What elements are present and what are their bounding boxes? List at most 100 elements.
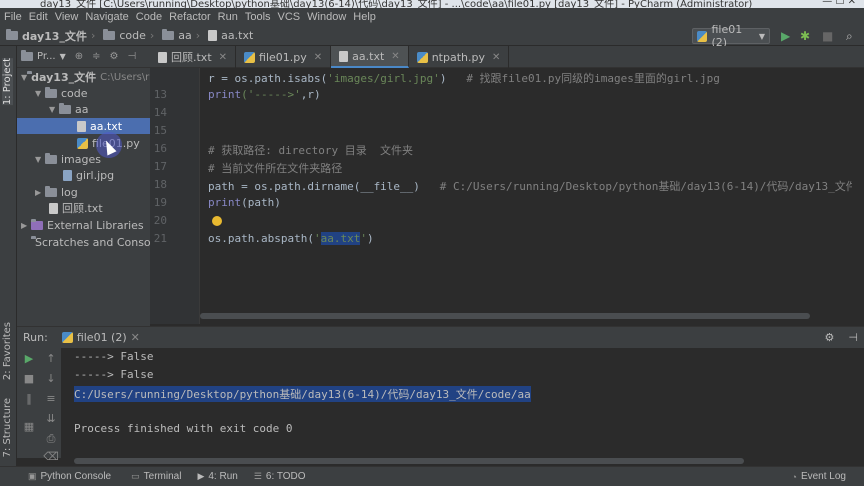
menu-view[interactable]: View: [55, 11, 79, 23]
python-file-icon: [244, 51, 256, 63]
folder-icon: [45, 185, 57, 197]
project-panel-header: Pr... ▼ ⊕ ≑ ⚙ ⊣: [17, 46, 150, 68]
arrow-down-icon[interactable]: ↓: [43, 372, 59, 385]
menu-run[interactable]: Run: [218, 11, 238, 23]
gear-icon[interactable]: ⚙: [110, 51, 119, 62]
editor-horizontal-scrollbar[interactable]: [200, 312, 852, 320]
tree-item-aa-txt[interactable]: aa.txt: [17, 118, 150, 134]
lightbulb-icon[interactable]: [212, 216, 222, 226]
console-line: -----> False: [74, 368, 154, 381]
event-log-icon: ◔: [791, 471, 797, 482]
console-line: -----> False: [74, 350, 154, 363]
run-tab[interactable]: file01 (2): [77, 331, 127, 344]
pause-icon[interactable]: ‖: [21, 392, 37, 405]
menu-tools[interactable]: Tools: [245, 11, 271, 23]
line-number-gutter: 13 14 15 16 17 18 19 20 21: [150, 68, 200, 324]
text-file-icon: [158, 51, 167, 63]
tab-project[interactable]: 1: Project: [2, 58, 13, 106]
tool-window-strip: 1: Project 2: Favorites 7: Structure: [0, 46, 17, 466]
locate-icon[interactable]: ⊕: [75, 51, 83, 62]
arrow-up-icon[interactable]: ↑: [43, 352, 59, 365]
menu-navigate[interactable]: Navigate: [85, 11, 128, 23]
text-file-icon: [77, 120, 86, 132]
menu-help[interactable]: Help: [353, 11, 376, 23]
close-icon[interactable]: ✕: [219, 52, 227, 63]
chevron-down-icon[interactable]: ▼: [49, 105, 59, 114]
chevron-down-icon[interactable]: ▼: [35, 155, 45, 164]
folder-icon: [162, 29, 175, 40]
tree-item-girl-jpg[interactable]: girl.jpg: [17, 167, 150, 183]
editor-vertical-scrollbar[interactable]: [852, 68, 864, 324]
tree-item-aa[interactable]: ▼ aa: [17, 101, 150, 117]
tree-item-review-txt[interactable]: 回顾.txt: [17, 200, 150, 216]
text-file-icon: [49, 202, 58, 214]
tab-aa-txt[interactable]: aa.txt ✕: [331, 46, 409, 68]
tab-favorites[interactable]: 2: Favorites: [2, 322, 13, 380]
tree-item-log[interactable]: ▶ log: [17, 184, 150, 200]
python-file-icon: [416, 51, 428, 63]
tree-item-code[interactable]: ▼ code: [17, 85, 150, 101]
rerun-icon[interactable]: ▶: [21, 352, 37, 365]
breadcrumb-file[interactable]: aa.txt: [208, 29, 253, 42]
python-console-button[interactable]: ▣ Python Console: [28, 471, 111, 482]
menu-edit[interactable]: Edit: [29, 11, 48, 23]
tree-item-project-root[interactable]: ▼day13_文件C:\Users\ru: [17, 69, 150, 85]
terminal-button[interactable]: ▭ Terminal: [131, 471, 181, 482]
tree-item-scratches[interactable]: Scratches and Consoles: [17, 234, 150, 250]
print-icon[interactable]: ⎙: [43, 432, 59, 446]
project-view-select[interactable]: Pr...: [37, 51, 56, 62]
tab-file01-py[interactable]: file01.py ✕: [236, 46, 332, 68]
run-console[interactable]: -----> False -----> False C:/Users/runni…: [61, 348, 864, 464]
tree-item-images[interactable]: ▼ images: [17, 151, 150, 167]
debug-icon[interactable]: ✱: [800, 29, 810, 43]
delete-icon[interactable]: ⌫: [43, 450, 59, 463]
hide-icon[interactable]: ⊣: [848, 331, 858, 344]
text-file-icon: [339, 50, 349, 62]
close-icon[interactable]: ✕: [492, 52, 500, 63]
console-line-selected: C:/Users/running/Desktop/python基础/day13(…: [74, 386, 531, 402]
scrollbar-thumb[interactable]: [200, 313, 810, 319]
code-line: os.path.abspath('aa.txt'): [208, 232, 374, 245]
search-icon[interactable]: ⌕: [846, 29, 853, 44]
breadcrumb-aa[interactable]: aa ›: [162, 29, 204, 42]
stop-icon[interactable]: ■: [822, 29, 833, 43]
tree-item-external-libraries[interactable]: ▶ External Libraries: [17, 217, 150, 233]
stop-icon[interactable]: ■: [21, 372, 37, 385]
console-horizontal-scrollbar[interactable]: [74, 458, 744, 464]
hide-icon[interactable]: ⊣: [128, 51, 137, 62]
code-line: path = os.path.dirname(__file__) # C:/Us…: [208, 180, 852, 193]
tree-item-file01-py[interactable]: file01.py: [17, 135, 150, 151]
close-icon[interactable]: ✕: [131, 331, 140, 344]
menu-refactor[interactable]: Refactor: [169, 11, 211, 23]
tab-ntpath-py[interactable]: ntpath.py ✕: [409, 46, 510, 68]
breadcrumb-code[interactable]: code ›: [103, 29, 158, 42]
code-editor[interactable]: r = os.path.isabs('images/girl.jpg') # 找…: [200, 68, 852, 324]
collapse-icon[interactable]: ≑: [92, 51, 100, 62]
scroll-to-end-icon[interactable]: ⇊: [43, 412, 59, 425]
soft-wrap-icon[interactable]: ≡: [43, 392, 59, 405]
gear-icon[interactable]: ⚙: [825, 331, 835, 344]
menu-window[interactable]: Window: [307, 11, 346, 23]
chevron-down-icon[interactable]: ▼: [60, 52, 66, 61]
menu-vcs[interactable]: VCS: [278, 11, 301, 23]
line-number: 19: [153, 196, 167, 209]
todo-button[interactable]: ☰ 6: TODO: [254, 471, 306, 482]
tab-review-txt[interactable]: 回顾.txt ✕: [150, 46, 237, 68]
close-icon[interactable]: ✕: [314, 52, 322, 63]
window-controls[interactable]: — ☐ ✕: [822, 0, 856, 7]
menu-code[interactable]: Code: [136, 11, 162, 23]
close-icon[interactable]: ✕: [391, 51, 399, 62]
chevron-right-icon[interactable]: ▶: [21, 221, 31, 230]
line-number: 17: [153, 160, 167, 173]
chevron-right-icon[interactable]: ▶: [35, 188, 45, 197]
run-icon[interactable]: ▶: [781, 29, 790, 43]
chevron-down-icon[interactable]: ▼: [21, 73, 27, 82]
menu-file[interactable]: File: [4, 11, 22, 23]
layout-icon[interactable]: ▦: [21, 420, 37, 433]
breadcrumb-project[interactable]: day13_文件 ›: [6, 28, 99, 44]
tab-structure[interactable]: 7: Structure: [2, 398, 13, 457]
event-log-button[interactable]: ◔ Event Log: [792, 471, 846, 482]
chevron-down-icon[interactable]: ▼: [35, 89, 45, 98]
run-configuration-select[interactable]: file01 (2) ▼: [692, 23, 770, 49]
run-button[interactable]: ▶ 4: Run: [197, 471, 237, 482]
